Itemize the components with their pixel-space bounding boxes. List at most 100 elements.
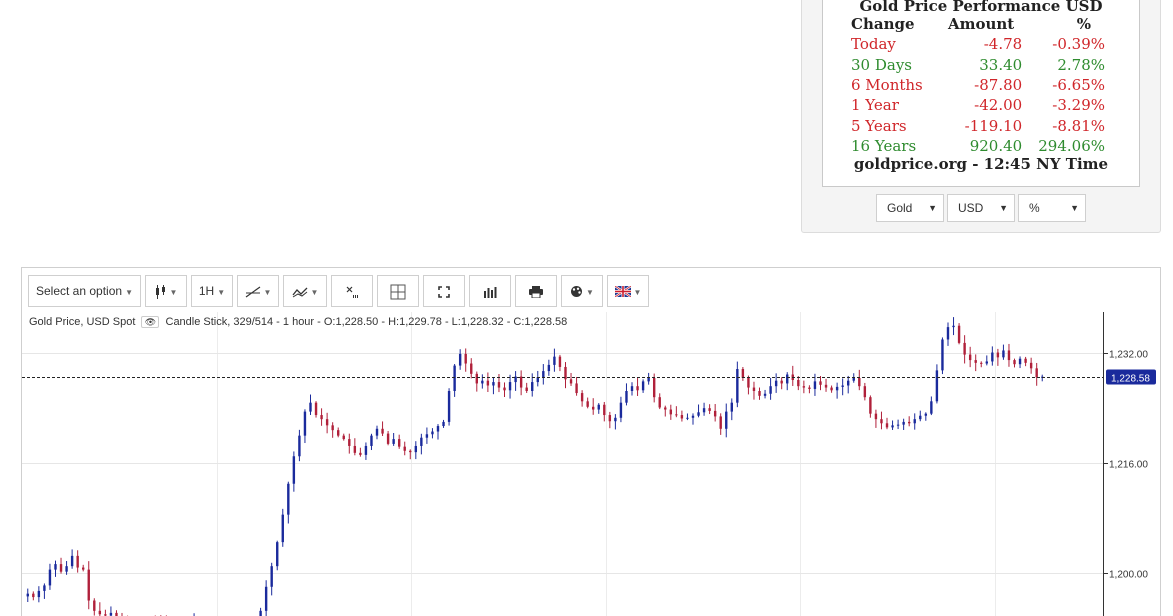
candle-body (1035, 368, 1038, 378)
performance-row: 5 Years -119.10 -8.81% (851, 115, 1105, 135)
candle-body (686, 417, 689, 419)
unit-select-value: % (1029, 201, 1040, 215)
currency-select[interactable]: USD ▼ (947, 194, 1015, 222)
currency-select-value: USD (958, 201, 984, 215)
legend-series-name: Gold Price, USD Spot (29, 316, 136, 328)
chevron-down-icon: ▼ (310, 288, 319, 297)
fullscreen-icon (438, 286, 450, 298)
clear-all-icon (346, 286, 358, 298)
metal-select[interactable]: Gold ▼ (876, 194, 944, 222)
candle-body (453, 365, 456, 391)
candle-body (292, 456, 296, 484)
candle-body (625, 391, 628, 403)
candle-body (1007, 350, 1011, 361)
chart-type-button[interactable]: ▼ (145, 275, 187, 307)
performance-table: Change Amount % Today -4.78 -0.39% 30 Days 3… (851, 14, 1105, 156)
candle-body (913, 419, 916, 424)
candle-body (353, 445, 357, 453)
candle-body (758, 391, 761, 396)
candle-body (26, 593, 29, 597)
layout-button[interactable] (377, 275, 419, 307)
candle-body (259, 610, 262, 616)
candle-body (325, 419, 329, 426)
candle-body (647, 377, 650, 382)
row-amount: -42.00 (974, 96, 1023, 115)
volume-button[interactable] (469, 275, 511, 307)
candle-body (270, 566, 273, 587)
interval-button[interactable]: 1H ▼ (191, 275, 233, 307)
candle-body (769, 386, 772, 394)
row-percent: 2.78% (1057, 55, 1105, 74)
candle-body (264, 586, 268, 611)
candle-body (409, 450, 412, 453)
row-percent: 294.06% (1038, 136, 1105, 155)
candle-body (93, 600, 96, 611)
print-button[interactable] (515, 275, 557, 307)
candle-body (586, 401, 589, 407)
fullscreen-button[interactable] (423, 275, 465, 307)
language-button[interactable]: ▼ (607, 275, 649, 307)
indicators-button[interactable]: ▼ (283, 275, 327, 307)
candle-body (287, 483, 290, 515)
candle-body (741, 369, 745, 378)
candle-body (996, 352, 1000, 358)
eye-icon[interactable]: 👁 (141, 316, 160, 329)
theme-button[interactable]: ▼ (561, 275, 603, 307)
candle-body (348, 439, 351, 446)
candle-body (874, 413, 878, 420)
row-percent: -3.29% (1052, 96, 1105, 115)
clear-all-button[interactable] (331, 275, 373, 307)
unit-select[interactable]: % ▼ (1018, 194, 1086, 222)
candle-body (470, 363, 473, 374)
y-tick-label: 1,200.00 (1109, 570, 1148, 581)
candle-body (425, 434, 429, 438)
chevron-down-icon: ▼ (928, 203, 937, 213)
candle-body (691, 415, 695, 418)
row-period: 5 Years (851, 116, 907, 135)
performance-footer: goldprice.org - 12:45 NY Time (853, 155, 1109, 173)
candle-body (98, 610, 102, 615)
candle-body (980, 362, 983, 364)
candle-body (852, 377, 855, 381)
candle-body (87, 569, 90, 601)
candle-body (1002, 350, 1005, 358)
row-amount: -119.10 (964, 116, 1023, 135)
candle-body (774, 380, 778, 387)
candle-body (985, 361, 988, 364)
candle-body (458, 353, 462, 366)
chevron-down-icon: ▼ (125, 288, 133, 297)
candle-body (314, 402, 318, 416)
candle-body (597, 404, 600, 410)
candle-body (658, 397, 661, 408)
candle-body (752, 387, 756, 391)
candle-body (880, 419, 883, 424)
select-option-label: Select an option (36, 284, 123, 298)
candle-body (863, 386, 867, 398)
drawing-tools-button[interactable]: ▼ (237, 275, 279, 307)
y-tick-label: 1,232.00 (1109, 350, 1148, 361)
performance-title: Gold Price Performance USD (859, 0, 1103, 15)
candle-body (431, 431, 434, 435)
candle-body (76, 555, 79, 568)
candle-body (420, 437, 423, 446)
candle-body (786, 374, 789, 384)
candle-body (48, 569, 52, 586)
header-change: Change (851, 15, 915, 34)
candle-body (963, 342, 966, 355)
chart-legend: Gold Price, USD Spot 👁 Candle Stick, 329… (29, 316, 567, 329)
select-option-dropdown[interactable]: Select an option ▼ (28, 275, 141, 307)
candle-body (364, 445, 368, 455)
candle-body (780, 380, 783, 384)
candle-body (558, 356, 562, 367)
candle-body (359, 452, 362, 455)
candle-body (519, 376, 523, 388)
candle-body (381, 428, 384, 434)
candle-body (1018, 358, 1022, 365)
candle-body (669, 409, 673, 415)
candlestick-chart[interactable]: 1,200.00 1,216.00 1,232.00 1,228.58 (22, 312, 1160, 616)
candle-body (957, 325, 961, 343)
chevron-down-icon: ▼ (586, 288, 594, 297)
performance-table-panel: Gold Price Performance USD Change Amount… (822, 0, 1140, 187)
candle-body (719, 416, 722, 429)
candle-body (924, 413, 928, 416)
